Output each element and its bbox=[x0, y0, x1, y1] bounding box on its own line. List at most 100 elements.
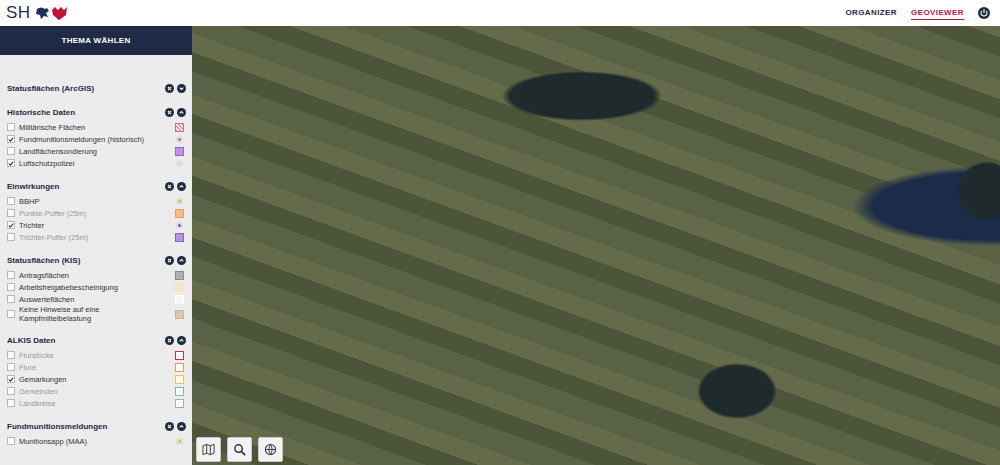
layers-button[interactable] bbox=[258, 437, 283, 462]
layer-label: Landflächensondierung bbox=[19, 147, 170, 156]
sidebar-title[interactable]: THEMA WÄHLEN bbox=[0, 26, 192, 55]
legend bbox=[174, 134, 184, 144]
legend-swatch bbox=[175, 387, 184, 396]
nav-link[interactable]: GEOVIEWER bbox=[911, 6, 964, 20]
close-icon[interactable] bbox=[165, 108, 174, 117]
legend bbox=[174, 294, 184, 304]
layer-checkbox[interactable] bbox=[7, 351, 15, 359]
legend bbox=[174, 436, 184, 446]
layer-checkbox[interactable] bbox=[7, 271, 15, 279]
layer-checkbox[interactable] bbox=[7, 387, 15, 395]
close-icon[interactable] bbox=[165, 422, 174, 431]
chevron-up-icon[interactable] bbox=[177, 256, 186, 265]
legend bbox=[174, 309, 184, 319]
layer-item[interactable]: Luftschutzpolizei bbox=[7, 157, 186, 169]
layer-item[interactable]: Munitionsapp (MAA) bbox=[7, 435, 186, 447]
layer-item[interactable]: Keine Hinweise auf eine Kampfmittelbelas… bbox=[7, 305, 186, 323]
layer-checkbox[interactable] bbox=[7, 123, 15, 131]
legend-swatch bbox=[177, 137, 182, 142]
close-icon[interactable] bbox=[165, 256, 174, 265]
legend-swatch bbox=[175, 209, 184, 218]
layer-group: Historische Daten Militärische FlächenFun… bbox=[7, 105, 186, 169]
layer-label: Militärische Flächen bbox=[19, 123, 170, 132]
legend bbox=[174, 220, 184, 230]
layer-checkbox[interactable] bbox=[7, 233, 15, 241]
group-header[interactable]: Historische Daten bbox=[7, 105, 186, 119]
close-icon[interactable] bbox=[165, 84, 174, 93]
layer-checkbox[interactable] bbox=[7, 399, 15, 407]
legend-swatch bbox=[175, 399, 184, 408]
group-header[interactable]: Einwirkungen bbox=[7, 179, 186, 193]
legend-swatch bbox=[175, 363, 184, 372]
layer-label: Munitionsapp (MAA) bbox=[19, 437, 170, 446]
layer-item[interactable]: Trichter bbox=[7, 219, 186, 231]
layer-item[interactable]: Landkreise bbox=[7, 397, 186, 409]
legend bbox=[174, 122, 184, 132]
group-title: Fundmunitionsmeldungen bbox=[7, 422, 107, 431]
layer-checkbox[interactable] bbox=[7, 283, 15, 291]
globe-icon bbox=[264, 443, 277, 456]
layer-item[interactable]: BBHP bbox=[7, 195, 186, 207]
layer-item[interactable]: Antragsflächen bbox=[7, 269, 186, 281]
layer-item[interactable]: Militärische Flächen bbox=[7, 121, 186, 133]
layer-item[interactable]: Flure bbox=[7, 361, 186, 373]
nav-link[interactable]: ORGANIZER bbox=[845, 6, 897, 20]
layer-item[interactable]: Gemarkungen bbox=[7, 373, 186, 385]
legend-swatch bbox=[177, 439, 182, 444]
layer-label: Trichter-Puffer (25m) bbox=[19, 233, 170, 242]
layer-checkbox[interactable] bbox=[7, 197, 15, 205]
layer-checkbox[interactable] bbox=[7, 295, 15, 303]
chevron-up-icon[interactable] bbox=[177, 422, 186, 431]
layer-checkbox[interactable] bbox=[7, 135, 15, 143]
layer-checkbox[interactable] bbox=[7, 363, 15, 371]
layer-label: Luftschutzpolizei bbox=[19, 159, 170, 168]
group-actions bbox=[165, 182, 186, 191]
legend bbox=[174, 386, 184, 396]
group-header[interactable]: ALKIS Daten bbox=[7, 333, 186, 347]
power-icon[interactable] bbox=[978, 7, 990, 19]
legend bbox=[174, 362, 184, 372]
layer-checkbox[interactable] bbox=[7, 310, 15, 318]
group-header[interactable]: Statusflächen (ArcGIS) bbox=[7, 81, 186, 95]
chevron-up-icon[interactable] bbox=[177, 336, 186, 345]
layer-item[interactable]: Arbeitsfreigabebescheinigung bbox=[7, 281, 186, 293]
layer-item[interactable]: Gemeinden bbox=[7, 385, 186, 397]
map[interactable] bbox=[192, 26, 1000, 465]
group-header[interactable]: Statusflächen (KIS) bbox=[7, 253, 186, 267]
layer-checkbox[interactable] bbox=[7, 147, 15, 155]
basemap-button[interactable] bbox=[196, 437, 221, 462]
layer-label: Gemarkungen bbox=[19, 375, 170, 384]
layer-checkbox[interactable] bbox=[7, 375, 15, 383]
layer-label: Flurstücke bbox=[19, 351, 170, 360]
layer-item[interactable]: Trichter-Puffer (25m) bbox=[7, 231, 186, 243]
search-icon bbox=[233, 443, 246, 456]
group-actions bbox=[165, 422, 186, 431]
group-header[interactable]: Fundmunitionsmeldungen bbox=[7, 419, 186, 433]
layer-item[interactable]: Punkte-Puffer (25m) bbox=[7, 207, 186, 219]
chevron-up-icon[interactable] bbox=[177, 182, 186, 191]
legend bbox=[174, 196, 184, 206]
layer-label: Landkreise bbox=[19, 399, 170, 408]
layer-checkbox[interactable] bbox=[7, 159, 15, 167]
sidebar: THEMA WÄHLEN Statusflächen (ArcGIS) Histor… bbox=[0, 26, 192, 465]
layer-item[interactable]: Fundmunitionsmeldungen (historisch) bbox=[7, 133, 186, 145]
layer-item[interactable]: Flurstücke bbox=[7, 349, 186, 361]
legend-swatch bbox=[175, 351, 184, 360]
coat-of-arms-icon bbox=[35, 5, 69, 21]
close-icon[interactable] bbox=[165, 336, 174, 345]
search-button[interactable] bbox=[227, 437, 252, 462]
group-actions bbox=[165, 108, 186, 117]
group-items: AntragsflächenArbeitsfreigabebescheinigu… bbox=[7, 267, 186, 323]
layer-label: Trichter bbox=[19, 221, 170, 230]
legend-swatch bbox=[177, 223, 182, 228]
app: SHORGANIZERGEOVIEWERTHEMA WÄHLENStatusfl… bbox=[0, 0, 1000, 465]
layer-checkbox[interactable] bbox=[7, 437, 15, 445]
layer-checkbox[interactable] bbox=[7, 209, 15, 217]
chevron-down-icon[interactable] bbox=[177, 84, 186, 93]
chevron-up-icon[interactable] bbox=[177, 108, 186, 117]
close-icon[interactable] bbox=[165, 182, 174, 191]
layer-item[interactable]: Landflächensondierung bbox=[7, 145, 186, 157]
body: THEMA WÄHLEN Statusflächen (ArcGIS) Histor… bbox=[0, 26, 1000, 465]
layer-checkbox[interactable] bbox=[7, 221, 15, 229]
layer-item[interactable]: Auswerteflächen bbox=[7, 293, 186, 305]
